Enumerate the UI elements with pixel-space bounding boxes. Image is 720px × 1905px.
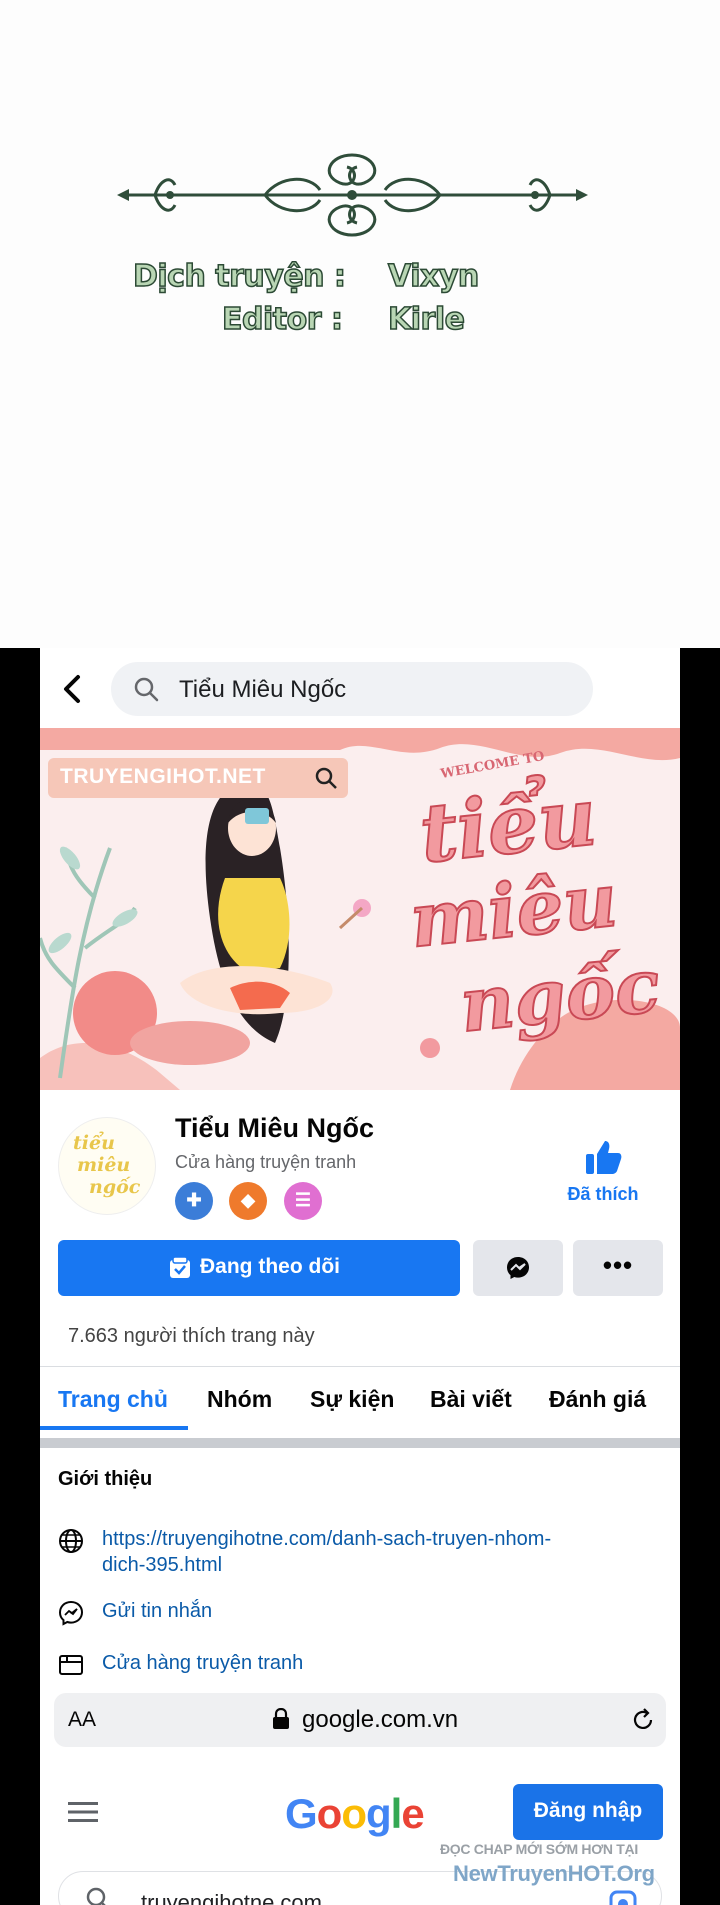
tab-events[interactable]: Sự kiện <box>310 1386 394 1413</box>
google-search-text: truyengihotne.com <box>141 1890 322 1905</box>
messenger-icon <box>507 1257 529 1279</box>
website-link[interactable]: https://truyengihotne.com/danh-sach-truy… <box>102 1526 551 1578</box>
fb-top-bar: Tiểu Miêu Ngốc <box>40 648 680 728</box>
google-logo-e: e <box>401 1790 424 1837</box>
cover-watermark: TRUYENGIHOT.NET <box>48 758 348 798</box>
reload-icon[interactable] <box>630 1707 656 1733</box>
search-icon <box>86 1887 106 1905</box>
sign-in-label: Đăng nhập <box>533 1799 643 1822</box>
google-logo[interactable]: Google <box>285 1790 425 1838</box>
badge-messages-icon[interactable]: ✚ <box>175 1182 213 1220</box>
ornament-divider <box>117 153 588 237</box>
black-border-right <box>680 648 720 1905</box>
tab-posts[interactable]: Bài viết <box>430 1386 512 1413</box>
tab-groups[interactable]: Nhóm <box>207 1386 272 1413</box>
google-logo-g2: g <box>365 1790 392 1837</box>
editor-label: Editor : <box>221 301 343 338</box>
tab-reviews[interactable]: Đánh giá <box>549 1386 646 1413</box>
badge-shop-icon[interactable]: ◆ <box>229 1182 267 1220</box>
follow-check-icon <box>170 1256 190 1278</box>
sign-in-button[interactable]: Đăng nhập <box>513 1784 663 1840</box>
google-logo-g: G <box>285 1790 318 1837</box>
credits-panel: Dịch truyện : Vixyn Editor : Kirle <box>0 0 720 648</box>
shop-icon <box>59 1655 83 1675</box>
avatar-text-2: miêu <box>77 1154 131 1176</box>
back-arrow-icon[interactable] <box>58 672 88 706</box>
google-lens-icon[interactable] <box>609 1890 637 1905</box>
badge-list-icon[interactable]: ☰ <box>284 1182 322 1220</box>
divider <box>40 1366 680 1367</box>
cover-watermark-text: TRUYENGIHOT.NET <box>60 765 266 788</box>
thumbs-up-icon <box>586 1141 622 1174</box>
category-link[interactable]: Cửa hàng truyện tranh <box>102 1650 303 1676</box>
google-logo-l: l <box>390 1790 403 1837</box>
page: Dịch truyện : Vixyn Editor : Kirle Tiểu … <box>0 0 720 1905</box>
translator-name: Vixyn <box>387 258 480 295</box>
translator-label: Dịch truyện : <box>132 258 346 295</box>
intro-heading: Giới thiệu <box>58 1468 153 1490</box>
messenger-button[interactable] <box>473 1240 563 1296</box>
google-logo-o1: o <box>316 1790 343 1837</box>
section-separator <box>40 1438 680 1448</box>
following-label: Đang theo dõi <box>200 1255 340 1278</box>
page-profile-header: tiểu miêu ngốc Tiểu Miêu Ngốc Cửa hàng t… <box>40 1090 680 1318</box>
site-watermark-line1: ĐỌC CHAP MỚI SỚM HƠN TẠI <box>440 1841 638 1857</box>
liked-label: Đã thích <box>567 1184 639 1204</box>
category-row[interactable]: Cửa hàng truyện tranh <box>58 1650 658 1680</box>
browser-url-bar[interactable]: AA google.com.vn <box>54 1693 666 1747</box>
globe-icon <box>59 1529 83 1553</box>
more-icon: ••• <box>602 1250 634 1280</box>
phone-screen: Tiểu Miêu Ngốc TRUYENGIHOT.NET WELCOME T… <box>40 648 680 1905</box>
hamburger-menu-icon[interactable] <box>68 1800 98 1824</box>
avatar-text-3: ngốc <box>89 1176 141 1198</box>
tab-home[interactable]: Trang chủ <box>58 1386 168 1413</box>
page-category: Cửa hàng truyện tranh <box>175 1152 357 1172</box>
cover-photo[interactable]: TRUYENGIHOT.NET WELCOME TO tiểu miêu ngố… <box>40 728 680 1090</box>
following-button[interactable]: Đang theo dõi <box>58 1240 460 1296</box>
messenger-outline-icon <box>58 1600 84 1626</box>
editor-name: Kirle <box>387 301 465 338</box>
search-icon <box>134 677 159 702</box>
active-tab-indicator <box>40 1426 188 1430</box>
page-tabs: Trang chủ Nhóm Sự kiện Bài viết Đánh giá <box>40 1368 680 1430</box>
website-link-line2: dich-395.html <box>102 1554 223 1576</box>
avatar-text-1: tiểu <box>73 1132 115 1154</box>
send-message-row[interactable]: Gửi tin nhắn <box>58 1598 658 1628</box>
page-avatar[interactable]: tiểu miêu ngốc <box>58 1117 156 1215</box>
lock-icon <box>273 1708 289 1729</box>
search-icon <box>315 767 337 789</box>
website-row[interactable]: https://truyengihotne.com/danh-sach-truy… <box>58 1526 658 1586</box>
likes-count: 7.663 người thích trang này <box>68 1325 315 1347</box>
more-options-button[interactable]: ••• <box>573 1240 663 1296</box>
text-size-button[interactable]: AA <box>68 1708 96 1732</box>
send-message-link[interactable]: Gửi tin nhắn <box>102 1598 212 1624</box>
fb-search-bar[interactable]: Tiểu Miêu Ngốc <box>111 662 593 716</box>
website-link-line1: https://truyengihotne.com/danh-sach-truy… <box>102 1528 552 1550</box>
black-border-left <box>0 648 40 1905</box>
google-logo-o2: o <box>341 1790 367 1837</box>
site-watermark-line2: NewTruyenHOT.Org <box>453 1861 655 1886</box>
page-name: Tiểu Miêu Ngốc <box>175 1113 375 1143</box>
url-text: google.com.vn <box>302 1706 459 1733</box>
search-query: Tiểu Miêu Ngốc <box>179 676 347 703</box>
